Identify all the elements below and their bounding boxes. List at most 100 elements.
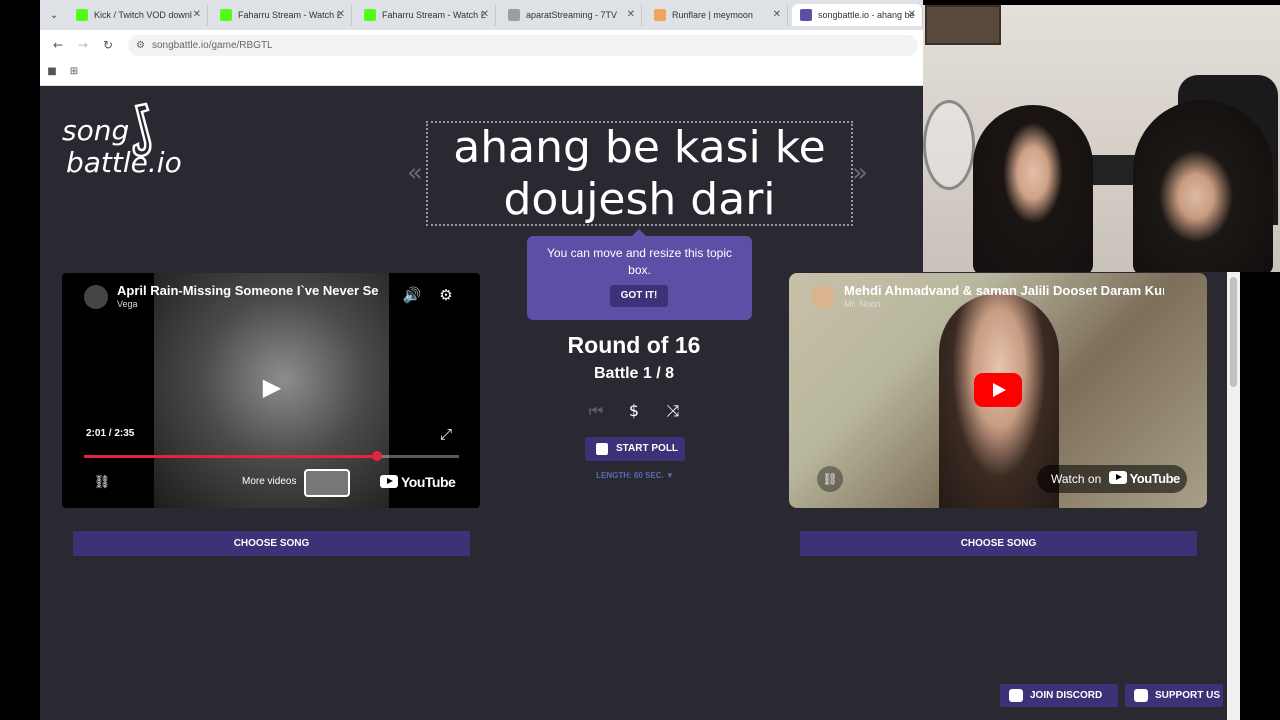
previous-battle-icon[interactable]: ⏮ — [585, 401, 607, 421]
start-poll-label: START POLL — [616, 443, 679, 454]
browser-tab[interactable]: Faharru Stream - Watch L ✕ — [356, 4, 496, 26]
choose-song-right-button[interactable]: CHOOSE SONG — [800, 531, 1197, 556]
prev-topic-arrow[interactable]: « — [407, 158, 423, 188]
settings-gear-icon[interactable]: ⚙ — [436, 285, 456, 305]
close-tab-icon[interactable]: ✕ — [908, 4, 916, 26]
tab-strip: ⌄ Kick / Twitch VOD downl ✕ Faharru Stre… — [40, 0, 923, 30]
tooltip-message: You can move and resize this topic box. — [547, 246, 732, 277]
browser-tab[interactable]: Runflare | meymoon ✕ — [646, 4, 788, 26]
close-tab-icon[interactable]: ✕ — [627, 4, 635, 26]
twitch-icon — [1134, 689, 1148, 702]
bookmarks-bar: ■ ⊞ — [40, 60, 923, 86]
url-text: songbattle.io/game/RBGTL — [152, 40, 273, 51]
close-tab-icon[interactable]: ✕ — [773, 4, 781, 26]
youtube-logo: YouTube — [1108, 471, 1181, 486]
scrollbar-thumb[interactable] — [1230, 277, 1237, 387]
video-progress-bar[interactable] — [84, 451, 459, 461]
fullscreen-icon[interactable]: ⤢ — [436, 424, 456, 444]
screen: ⌄ Kick / Twitch VOD downl ✕ Faharru Stre… — [0, 0, 1280, 720]
progress-fill — [84, 455, 377, 458]
channel-avatar[interactable] — [84, 285, 108, 309]
close-tab-icon[interactable]: ✕ — [337, 4, 345, 26]
kick-icon — [364, 9, 376, 21]
tab-title: aparatStreaming - 7TV — [526, 10, 618, 20]
volume-icon[interactable]: 🔊 — [402, 285, 422, 305]
watch-on-label: Watch on — [1051, 472, 1102, 486]
browser-tab[interactable]: Kick / Twitch VOD downl ✕ — [68, 4, 208, 26]
reload-icon[interactable]: ↻ — [100, 37, 116, 53]
tab-search-icon[interactable]: ⌄ — [46, 7, 62, 23]
right-video-player[interactable]: Mehdi Ahmadvand & saman Jalili Dooset Da… — [789, 273, 1207, 508]
support-us-button[interactable]: SUPPORT US — [1125, 684, 1223, 707]
round-title: Round of 16 — [567, 332, 701, 358]
channel-name[interactable]: Vega — [117, 299, 138, 309]
topic-box[interactable]: ahang be kasi ke doujesh dari — [426, 121, 853, 226]
fan — [923, 100, 975, 190]
url-field[interactable]: ⚙ songbattle.io/game/RBGTL — [128, 35, 918, 56]
video-title[interactable]: April Rain-Missing Someone I`ve Never Se — [117, 283, 437, 298]
apps-grid-icon[interactable]: ⊞ — [68, 66, 80, 78]
shuffle-icon[interactable]: ⤨ — [662, 401, 684, 421]
progress-scrubber[interactable] — [371, 451, 382, 461]
tab-title: Faharru Stream - Watch L — [238, 10, 342, 20]
left-video-player[interactable]: April Rain-Missing Someone I`ve Never Se… — [62, 273, 480, 508]
7tv-icon — [508, 9, 520, 21]
kick-icon — [220, 9, 232, 21]
battle-counter: Battle 1 / 8 — [593, 365, 675, 382]
copy-link-icon[interactable]: ⛓ — [817, 466, 843, 492]
more-videos-thumbnail[interactable] — [304, 469, 350, 497]
songbattle-icon — [800, 9, 812, 21]
forward-icon[interactable]: → — [75, 37, 91, 53]
bookmark-square-icon[interactable]: ■ — [46, 66, 58, 78]
youtube-icon — [380, 475, 398, 488]
youtube-icon — [1108, 471, 1127, 484]
topic-text: ahang be kasi ke doujesh dari — [453, 121, 826, 225]
support-us-label: SUPPORT US — [1155, 690, 1221, 701]
browser-tab[interactable]: Faharru Stream - Watch L ✕ — [212, 4, 352, 26]
join-discord-button[interactable]: JOIN DISCORD — [1000, 684, 1118, 707]
more-videos-label[interactable]: More videos — [242, 476, 296, 487]
site-info-icon[interactable]: ⚙ — [136, 35, 145, 56]
copy-link-icon[interactable]: ⛓ — [92, 473, 112, 493]
channel-avatar[interactable] — [811, 285, 835, 309]
join-discord-label: JOIN DISCORD — [1030, 690, 1103, 701]
back-icon[interactable]: ← — [50, 37, 66, 53]
tab-title: songbattle.io - ahang be — [818, 10, 915, 20]
runflare-icon — [654, 9, 666, 21]
tab-title: Runflare | meymoon — [672, 10, 753, 20]
saxophone-icon — [132, 102, 152, 158]
youtube-play-button[interactable] — [974, 373, 1022, 407]
streamer-person — [1133, 100, 1273, 272]
songbattle-logo[interactable]: song battle.io — [62, 102, 202, 186]
address-bar-row: ← → ↻ ⚙ songbattle.io/game/RBGTL — [40, 30, 923, 60]
start-poll-button[interactable]: START POLL — [585, 437, 685, 461]
browser-tab-active[interactable]: songbattle.io - ahang be ✕ — [792, 4, 923, 26]
choose-song-left-button[interactable]: CHOOSE SONG — [73, 531, 470, 556]
wall-photo — [925, 5, 1001, 45]
got-it-button[interactable]: GOT IT! — [610, 285, 668, 307]
youtube-logo[interactable]: YouTube — [380, 474, 456, 490]
video-title[interactable]: Mehdi Ahmadvand & saman Jalili Dooset Da… — [844, 283, 1164, 298]
kick-icon — [76, 9, 88, 21]
watch-on-youtube-button[interactable]: Watch on YouTube — [1037, 465, 1187, 493]
streamer-person — [973, 105, 1093, 272]
close-tab-icon[interactable]: ✕ — [193, 4, 201, 26]
donate-icon[interactable]: $ — [623, 401, 645, 421]
tab-title: Kick / Twitch VOD downl — [94, 10, 192, 20]
play-icon[interactable]: ▶ — [256, 371, 288, 403]
close-tab-icon[interactable]: ✕ — [481, 4, 489, 26]
next-topic-arrow[interactable]: » — [852, 158, 868, 188]
browser-chrome: ⌄ Kick / Twitch VOD downl ✕ Faharru Stre… — [40, 0, 923, 86]
topic-tooltip: You can move and resize this topic box. … — [527, 229, 752, 320]
page-scrollbar[interactable] — [1227, 272, 1240, 720]
webcam-overlay — [923, 5, 1280, 272]
video-time: 2:01 / 2:35 — [86, 428, 135, 439]
tab-title: Faharru Stream - Watch L — [382, 10, 486, 20]
channel-name[interactable]: Mr. Noori — [844, 299, 881, 309]
poll-length-select[interactable]: LENGTH: 60 SEC. ▼ — [560, 471, 710, 480]
youtube-label: YouTube — [401, 474, 456, 490]
youtube-label: YouTube — [1129, 471, 1181, 486]
poll-icon — [596, 443, 608, 455]
discord-icon — [1009, 689, 1023, 702]
browser-tab[interactable]: aparatStreaming - 7TV ✕ — [500, 4, 642, 26]
